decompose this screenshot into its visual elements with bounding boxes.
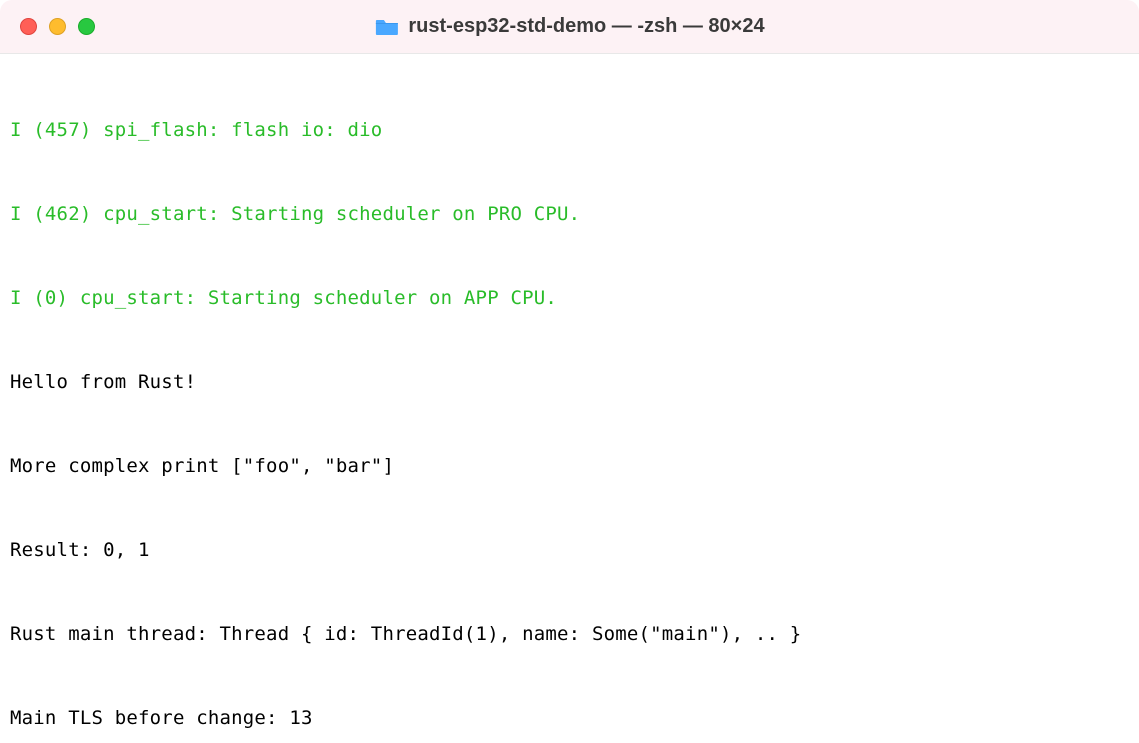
log-line: I (462) cpu_start: Starting scheduler on… [10, 200, 1129, 228]
log-line: Hello from Rust! [10, 368, 1129, 396]
minimize-icon[interactable] [49, 18, 66, 35]
close-icon[interactable] [20, 18, 37, 35]
log-line: I (0) cpu_start: Starting scheduler on A… [10, 284, 1129, 312]
log-line: I (457) spi_flash: flash io: dio [10, 116, 1129, 144]
folder-icon [374, 17, 398, 37]
log-line: Result: 0, 1 [10, 536, 1129, 564]
terminal-window: rust-esp32-std-demo — -zsh — 80×24 I (45… [0, 0, 1139, 743]
maximize-icon[interactable] [78, 18, 95, 35]
titlebar[interactable]: rust-esp32-std-demo — -zsh — 80×24 [0, 0, 1139, 54]
log-line: Rust main thread: Thread { id: ThreadId(… [10, 620, 1129, 648]
title-wrap: rust-esp32-std-demo — -zsh — 80×24 [374, 15, 764, 38]
traffic-lights [20, 18, 95, 35]
window-title: rust-esp32-std-demo — -zsh — 80×24 [408, 15, 764, 38]
terminal-output[interactable]: I (457) spi_flash: flash io: dio I (462)… [0, 54, 1139, 743]
log-line: Main TLS before change: 13 [10, 704, 1129, 732]
log-line: More complex print ["foo", "bar"] [10, 452, 1129, 480]
